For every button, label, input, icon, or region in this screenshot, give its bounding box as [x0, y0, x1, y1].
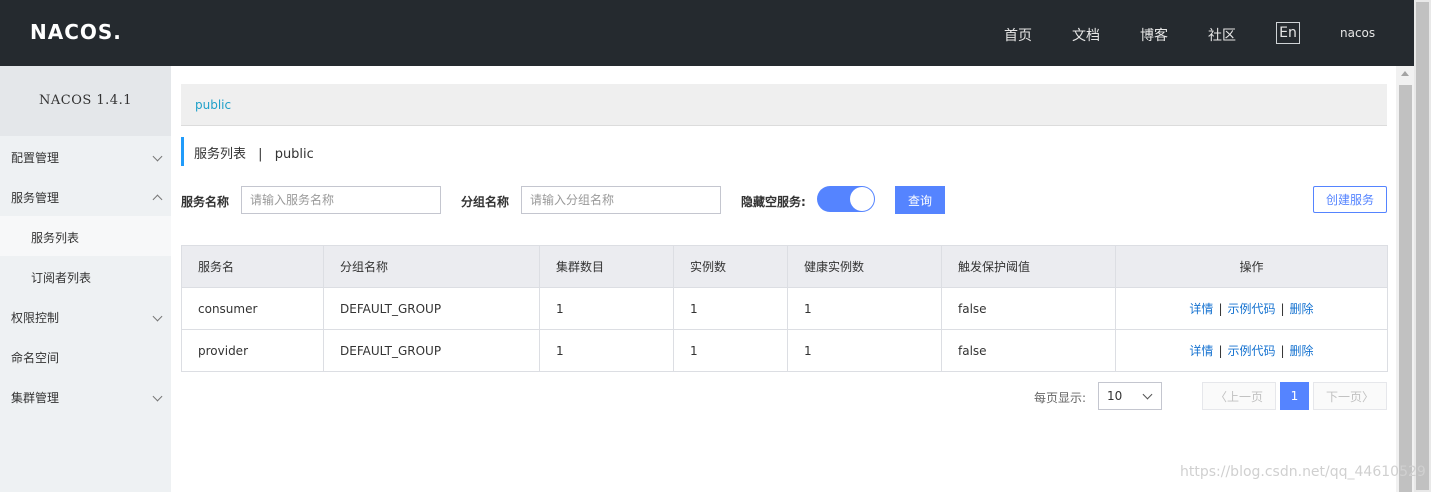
query-button[interactable]: 查询	[895, 186, 945, 214]
column-header: 健康实例数	[787, 245, 942, 288]
sidebar-item-label: 集群管理	[11, 391, 60, 405]
delete-link[interactable]: 删除	[1290, 344, 1314, 358]
group-name-label: 分组名称	[461, 195, 510, 209]
next-page-label: 下一页	[1325, 389, 1362, 404]
chevron-down-icon	[152, 151, 163, 162]
action-separator: |	[1280, 344, 1285, 358]
per-page-label: 每页显示:	[1034, 391, 1087, 405]
nav-blog[interactable]: 博客	[1140, 25, 1168, 45]
action-separator: |	[1280, 302, 1285, 316]
column-header: 服务名	[181, 245, 324, 288]
page-title: 服务列表 | public	[181, 137, 314, 166]
sidebar-item-cluster-management[interactable]: 集群管理	[0, 376, 171, 416]
cell-cluster-count: 1	[539, 329, 674, 372]
group-name-input[interactable]	[521, 186, 721, 214]
table-row: provider DEFAULT_GROUP 1 1 1 false 详情 | 示例…	[181, 329, 1388, 372]
nav-community[interactable]: 社区	[1208, 25, 1236, 45]
language-switch-button[interactable]: En	[1276, 22, 1300, 44]
cell-group-name: DEFAULT_GROUP	[323, 329, 540, 372]
chevron-down-icon	[1142, 389, 1153, 400]
sidebar-item-label: 命名空间	[11, 351, 60, 365]
cell-group-name: DEFAULT_GROUP	[323, 287, 540, 330]
action-separator: |	[1218, 302, 1223, 316]
next-page-button[interactable]: 下一页〉	[1313, 382, 1387, 410]
cell-protect-threshold: false	[941, 329, 1116, 372]
chevron-up-icon	[152, 194, 163, 205]
sidebar-item-config-management[interactable]: 配置管理	[0, 136, 171, 176]
service-name-input[interactable]	[241, 186, 441, 214]
create-service-button[interactable]: 创建服务	[1313, 186, 1387, 213]
cell-service-name: provider	[181, 329, 324, 372]
page-number-button[interactable]: 1	[1280, 382, 1309, 410]
prev-page-button[interactable]: 〈上一页	[1202, 382, 1276, 410]
cell-instance-count: 1	[673, 329, 788, 372]
cell-service-name: consumer	[181, 287, 324, 330]
nav-home[interactable]: 首页	[1004, 25, 1032, 45]
namespace-public-link[interactable]: public	[195, 98, 231, 112]
cell-protect-threshold: false	[941, 287, 1116, 330]
page-title-text: 服务列表	[194, 147, 247, 162]
column-header: 实例数	[673, 245, 788, 288]
window-scrollbar-thumb[interactable]	[1416, 2, 1429, 490]
chevron-down-icon	[152, 311, 163, 322]
namespace-bar: public	[181, 84, 1387, 126]
content-scrollbar-thumb[interactable]	[1399, 85, 1412, 492]
sample-code-link[interactable]: 示例代码	[1227, 302, 1275, 316]
service-table: 服务名 分组名称 集群数目 实例数 健康实例数 触发保护阈值 操作 consum…	[181, 245, 1388, 372]
sidebar-item-label: 权限控制	[11, 311, 60, 325]
detail-link[interactable]: 详情	[1189, 302, 1213, 316]
sidebar-item-label: 服务列表	[31, 231, 80, 245]
per-page-select[interactable]: 10	[1098, 382, 1162, 410]
column-header: 集群数目	[539, 245, 674, 288]
service-name-label: 服务名称	[181, 195, 230, 209]
nacos-logo[interactable]: NACOS.	[30, 20, 122, 44]
top-header: NACOS. 首页 文档 博客 社区 En nacos	[0, 0, 1414, 66]
sidebar-item-namespace[interactable]: 命名空间	[0, 336, 171, 376]
detail-link[interactable]: 详情	[1189, 344, 1213, 358]
delete-link[interactable]: 删除	[1290, 302, 1314, 316]
cell-actions: 详情 | 示例代码 | 删除	[1115, 287, 1388, 330]
page-title-namespace: public	[274, 147, 314, 162]
cell-instance-count: 1	[673, 287, 788, 330]
sample-code-link[interactable]: 示例代码	[1227, 344, 1275, 358]
column-header: 触发保护阈值	[941, 245, 1116, 288]
cell-healthy-count: 1	[787, 287, 942, 330]
chevron-down-icon	[152, 391, 163, 402]
cell-healthy-count: 1	[787, 329, 942, 372]
nav-docs[interactable]: 文档	[1072, 25, 1100, 45]
chevron-left-icon: 〈	[1214, 389, 1227, 404]
hide-empty-services-label: 隐藏空服务:	[741, 195, 806, 209]
per-page-value: 10	[1107, 389, 1123, 403]
cell-actions: 详情 | 示例代码 | 删除	[1115, 329, 1388, 372]
sidebar-item-access-control[interactable]: 权限控制	[0, 296, 171, 336]
sidebar-item-label: 订阅者列表	[31, 271, 92, 285]
table-header-row: 服务名 分组名称 集群数目 实例数 健康实例数 触发保护阈值 操作	[181, 245, 1388, 288]
page-title-separator: |	[258, 147, 263, 162]
column-header: 分组名称	[323, 245, 540, 288]
prev-page-label: 上一页	[1227, 389, 1264, 404]
toggle-knob	[850, 187, 874, 211]
sidebar-item-service-list[interactable]: 服务列表	[0, 216, 171, 256]
action-separator: |	[1218, 344, 1223, 358]
sidebar-item-label: 配置管理	[11, 151, 60, 165]
sidebar-item-label: 服务管理	[11, 191, 60, 205]
sidebar-item-service-management[interactable]: 服务管理	[0, 176, 171, 216]
hide-empty-services-toggle[interactable]	[817, 186, 875, 212]
user-menu[interactable]: nacos	[1340, 26, 1375, 40]
column-header: 操作	[1115, 245, 1388, 288]
sidebar-item-subscriber-list[interactable]: 订阅者列表	[0, 256, 171, 296]
chevron-right-icon: 〉	[1362, 389, 1375, 404]
table-row: consumer DEFAULT_GROUP 1 1 1 false 详情 | 示例…	[181, 287, 1388, 330]
watermark: https://blog.csdn.net/qq_44610529	[1180, 464, 1426, 480]
scroll-up-arrow-icon[interactable]	[1401, 71, 1409, 76]
cell-cluster-count: 1	[539, 287, 674, 330]
version-label: NACOS 1.4.1	[0, 66, 171, 136]
sidebar: NACOS 1.4.1 配置管理 服务管理 服务列表 订阅者列表 权限控制 命名…	[0, 66, 171, 492]
